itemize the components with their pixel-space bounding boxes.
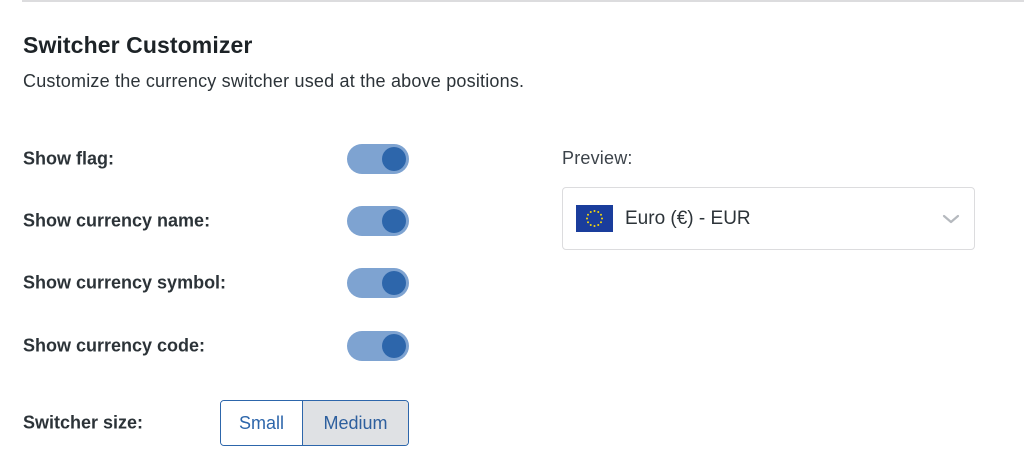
option-row-show-currency-code: Show currency code:: [23, 329, 409, 363]
toggle-knob: [382, 271, 406, 295]
selected-currency-text: Euro (€) - EUR: [625, 207, 751, 229]
toggle-knob: [382, 147, 406, 171]
show-currency-name-toggle[interactable]: [347, 206, 409, 236]
section-title: Switcher Customizer: [23, 32, 253, 58]
switcher-size-button-group: Small Medium: [220, 400, 409, 446]
option-row-show-currency-symbol: Show currency symbol:: [23, 266, 409, 300]
option-row-switcher-size: Switcher size: Small Medium: [23, 400, 409, 446]
currency-switcher-preview-select[interactable]: Euro (€) - EUR: [562, 187, 975, 250]
size-medium-button[interactable]: Medium: [303, 401, 408, 445]
switcher-size-label: Switcher size:: [23, 412, 144, 433]
section-description: Customize the currency switcher used at …: [23, 71, 525, 91]
show-currency-code-toggle[interactable]: [347, 331, 409, 361]
option-row-show-flag: Show flag:: [23, 142, 409, 176]
option-label: Show currency code:: [23, 335, 206, 356]
show-currency-symbol-toggle[interactable]: [347, 268, 409, 298]
option-label: Show currency name:: [23, 210, 211, 231]
top-divider: [22, 0, 1024, 2]
chevron-down-icon: [942, 214, 960, 224]
toggle-knob: [382, 209, 406, 233]
switcher-customizer-panel: Switcher Customizer Customize the curren…: [0, 0, 1024, 461]
option-row-show-currency-name: Show currency name:: [23, 204, 409, 238]
option-label: Show currency symbol:: [23, 272, 227, 293]
toggle-knob: [382, 334, 406, 358]
option-label: Show flag:: [23, 148, 114, 169]
preview-label: Preview:: [562, 148, 633, 168]
show-flag-toggle[interactable]: [347, 144, 409, 174]
eu-flag-icon: [576, 205, 613, 232]
size-small-button[interactable]: Small: [221, 401, 303, 445]
